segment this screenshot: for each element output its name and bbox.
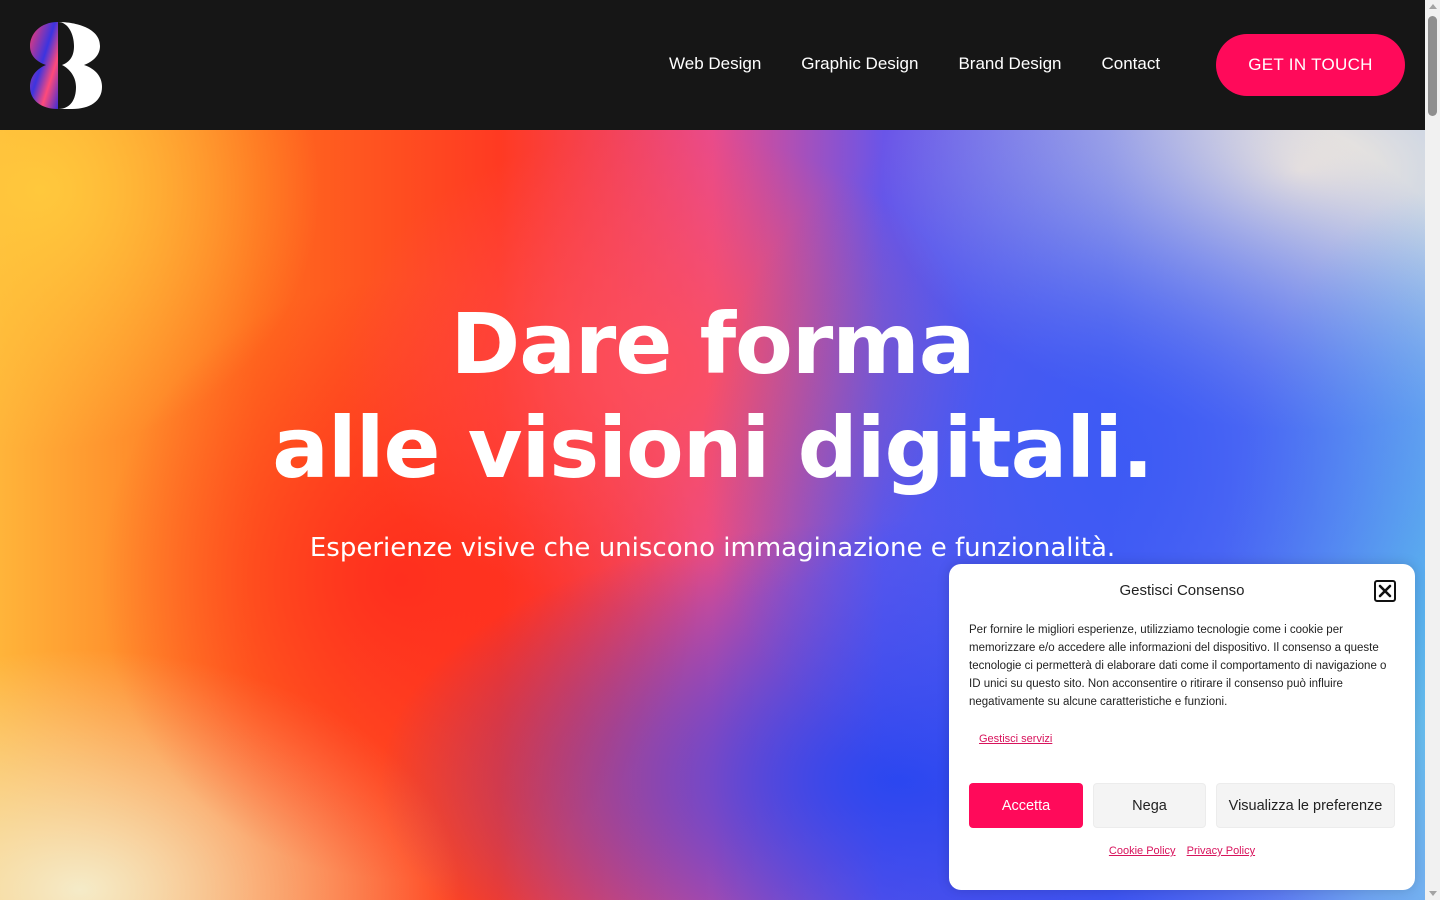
cookie-dialog-title: Gestisci Consenso [1119, 582, 1245, 599]
view-preferences-button[interactable]: Visualizza le preferenze [1216, 783, 1395, 828]
deny-button[interactable]: Nega [1093, 783, 1206, 828]
nav-web-design[interactable]: Web Design [669, 52, 761, 76]
privacy-policy-link[interactable]: Privacy Policy [1187, 845, 1255, 857]
cookie-policy-link[interactable]: Cookie Policy [1109, 845, 1176, 857]
brand-logo-icon[interactable] [28, 20, 104, 110]
scroll-up-arrow-icon[interactable] [1429, 4, 1437, 9]
scroll-down-arrow-icon[interactable] [1429, 891, 1437, 896]
cookie-consent-dialog: Gestisci Consenso Per fornire le miglior… [949, 564, 1415, 890]
close-icon[interactable] [1374, 580, 1396, 602]
hero-title: Dare forma alle visioni digitali. [0, 292, 1425, 500]
site-header: Web Design Graphic Design Brand Design C… [0, 0, 1425, 130]
main-nav: Web Design Graphic Design Brand Design C… [669, 52, 1160, 76]
cookie-dialog-text: Per fornire le migliori esperienze, util… [969, 624, 1387, 708]
scrollbar-thumb[interactable] [1428, 16, 1437, 116]
nav-brand-design[interactable]: Brand Design [958, 52, 1061, 76]
hero-title-line2: alle visioni digitali. [272, 399, 1154, 497]
hero-title-line1: Dare forma [450, 295, 976, 393]
nav-graphic-design[interactable]: Graphic Design [801, 52, 918, 76]
hero-subtitle: Esperienze visive che uniscono immaginaz… [309, 533, 1116, 563]
nav-contact[interactable]: Contact [1101, 52, 1160, 76]
get-in-touch-button[interactable]: GET IN TOUCH [1216, 34, 1405, 96]
page-scrollbar[interactable] [1425, 0, 1440, 900]
accept-button[interactable]: Accetta [969, 783, 1083, 828]
manage-services-link[interactable]: Gestisci servizi [979, 733, 1052, 745]
cookie-policy-links: Cookie Policy Privacy Policy [949, 845, 1415, 857]
